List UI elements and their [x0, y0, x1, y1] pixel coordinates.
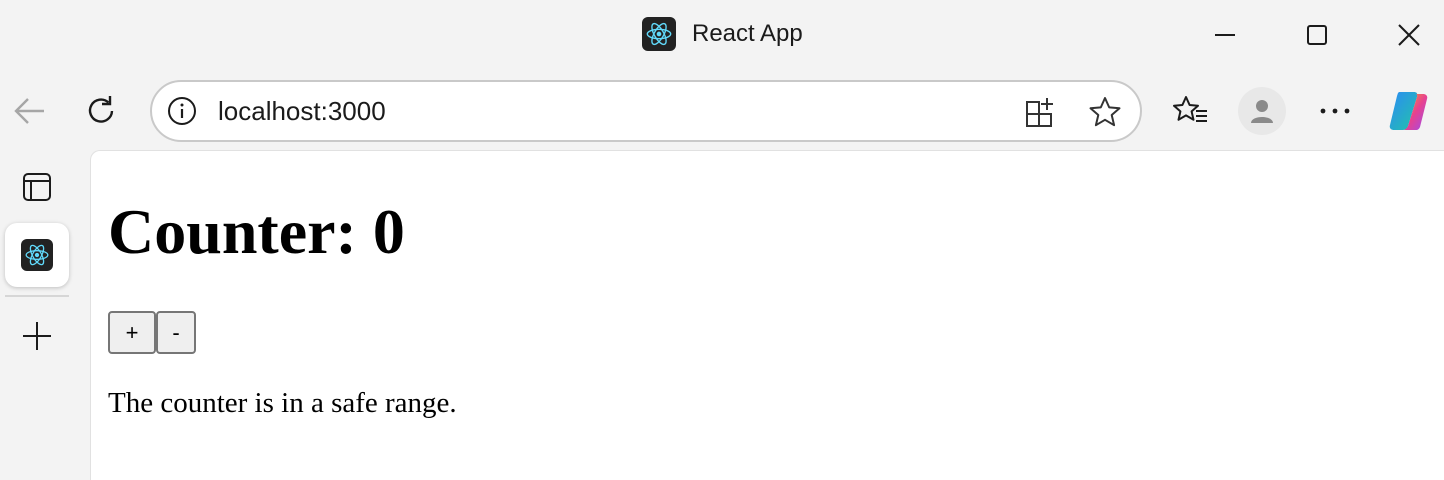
- address-bar[interactable]: localhost:3000: [150, 80, 1142, 142]
- minimize-button[interactable]: [1202, 12, 1248, 58]
- sidebar-divider: [5, 295, 69, 297]
- maximize-button[interactable]: [1294, 12, 1340, 58]
- close-button[interactable]: [1386, 12, 1432, 58]
- title-bar: React App: [0, 0, 1444, 70]
- more-options-button[interactable]: [1312, 88, 1358, 134]
- window-title: React App: [692, 20, 803, 47]
- favorites-list-icon: [1173, 96, 1207, 122]
- close-icon: [1398, 24, 1420, 46]
- back-button[interactable]: [7, 88, 53, 134]
- new-tab-button[interactable]: [5, 304, 69, 368]
- ellipsis-icon: [1320, 108, 1350, 114]
- favorites-button[interactable]: [1168, 88, 1214, 134]
- profile-button[interactable]: [1238, 87, 1286, 135]
- counter-buttons: + -: [108, 311, 196, 354]
- favorite-button[interactable]: [1082, 89, 1128, 135]
- browser-toolbar: localhost:3000: [0, 70, 1444, 152]
- counter-heading: Counter: 0: [108, 196, 405, 267]
- info-icon[interactable]: [166, 95, 198, 127]
- split-screen-button[interactable]: [1018, 89, 1064, 135]
- tab-actions-icon: [23, 173, 51, 201]
- reload-icon: [88, 96, 114, 123]
- minimize-icon: [1215, 34, 1235, 36]
- star-icon: [1089, 97, 1121, 127]
- maximize-icon: [1307, 25, 1327, 45]
- increment-button[interactable]: +: [108, 311, 156, 354]
- page-content: Counter: 0 + - The counter is in a safe …: [90, 150, 1444, 480]
- profile-avatar-icon: [1251, 100, 1273, 123]
- tab-actions-button[interactable]: [5, 155, 69, 219]
- react-logo-icon: [642, 17, 676, 51]
- window-title-group: React App: [642, 17, 803, 51]
- url-text[interactable]: localhost:3000: [218, 96, 386, 127]
- tab-react-app[interactable]: [5, 223, 69, 287]
- react-logo-icon: [21, 239, 53, 271]
- reload-button[interactable]: [78, 88, 124, 134]
- split-screen-add-icon: [1026, 98, 1053, 127]
- vertical-tabs-sidebar: [0, 152, 90, 466]
- decrement-button[interactable]: -: [156, 311, 196, 354]
- plus-icon: [23, 322, 51, 350]
- counter-status-text: The counter is in a safe range.: [108, 387, 457, 419]
- copilot-icon: [1389, 92, 1428, 130]
- copilot-button[interactable]: [1386, 88, 1432, 134]
- back-arrow-icon: [14, 98, 44, 124]
